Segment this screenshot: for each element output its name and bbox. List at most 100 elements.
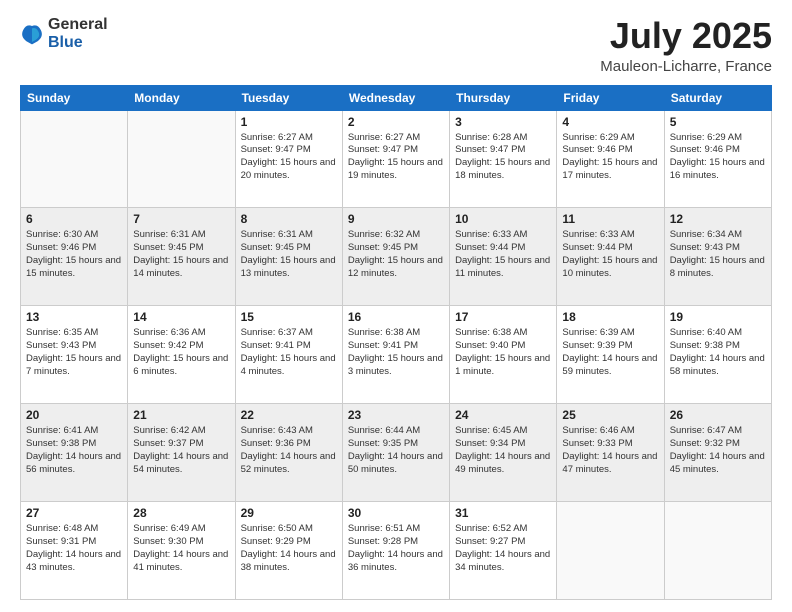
cell-content: 4 Sunrise: 6:29 AM Sunset: 9:46 PM Daylig… (562, 115, 658, 183)
day-number: 27 (26, 506, 122, 520)
location: Mauleon-Licharre, France (600, 58, 772, 75)
day-info: Sunrise: 6:43 AM Sunset: 9:36 PM Dayligh… (241, 425, 337, 476)
calendar-cell: 16Sunrise: 6:38 AM Sunset: 9:41 PM Dayli… (342, 306, 449, 404)
day-number: 14 (133, 310, 229, 324)
day-number: 7 (133, 212, 229, 226)
day-number: 16 (348, 310, 444, 324)
calendar-cell (557, 502, 664, 600)
calendar-cell: 26 Sunrise: 6:47 AM Sunset: 9:32 PM Dayli… (664, 404, 771, 502)
day-number: 21 (133, 408, 229, 422)
cell-content: 24Sunrise: 6:45 AM Sunset: 9:34 PM Dayli… (455, 408, 551, 476)
day-number: 25 (562, 408, 658, 422)
cell-content: 12 Sunrise: 6:34 AM Sunset: 9:43 PM Dayli… (670, 212, 766, 280)
calendar-cell: 7 Sunrise: 6:31 AM Sunset: 9:45 PM Daylig… (128, 208, 235, 306)
cell-content: 30 Sunrise: 6:51 AM Sunset: 9:28 PM Dayli… (348, 506, 444, 574)
day-info: Sunrise: 6:31 AM Sunset: 9:45 PM Dayligh… (133, 229, 229, 280)
day-info: Sunrise: 6:29 AM Sunset: 9:46 PM Dayligh… (562, 132, 658, 183)
calendar-cell (664, 502, 771, 600)
calendar-cell: 4 Sunrise: 6:29 AM Sunset: 9:46 PM Daylig… (557, 110, 664, 208)
day-info: Sunrise: 6:46 AM Sunset: 9:33 PM Dayligh… (562, 425, 658, 476)
day-info: Sunrise: 6:35 AM Sunset: 9:43 PM Dayligh… (26, 327, 122, 378)
day-number: 12 (670, 212, 766, 226)
logo-blue-text: Blue (48, 34, 108, 52)
cell-content: 7 Sunrise: 6:31 AM Sunset: 9:45 PM Daylig… (133, 212, 229, 280)
calendar-cell: 14Sunrise: 6:36 AM Sunset: 9:42 PM Dayli… (128, 306, 235, 404)
cell-content: 15Sunrise: 6:37 AM Sunset: 9:41 PM Dayli… (241, 310, 337, 378)
calendar-week-row: 20Sunrise: 6:41 AM Sunset: 9:38 PM Dayli… (21, 404, 772, 502)
day-info: Sunrise: 6:39 AM Sunset: 9:39 PM Dayligh… (562, 327, 658, 378)
day-info: Sunrise: 6:52 AM Sunset: 9:27 PM Dayligh… (455, 523, 551, 574)
cell-content: 25 Sunrise: 6:46 AM Sunset: 9:33 PM Dayli… (562, 408, 658, 476)
day-number: 1 (241, 115, 337, 129)
calendar-cell: 12 Sunrise: 6:34 AM Sunset: 9:43 PM Dayli… (664, 208, 771, 306)
day-info: Sunrise: 6:31 AM Sunset: 9:45 PM Dayligh… (241, 229, 337, 280)
day-number: 3 (455, 115, 551, 129)
calendar-cell: 19Sunrise: 6:40 AM Sunset: 9:38 PM Dayli… (664, 306, 771, 404)
day-number: 17 (455, 310, 551, 324)
cell-content: 2Sunrise: 6:27 AM Sunset: 9:47 PM Daylig… (348, 115, 444, 183)
cell-content: 18 Sunrise: 6:39 AM Sunset: 9:39 PM Dayli… (562, 310, 658, 378)
cell-content: 28Sunrise: 6:49 AM Sunset: 9:30 PM Dayli… (133, 506, 229, 574)
cell-content: 26 Sunrise: 6:47 AM Sunset: 9:32 PM Dayli… (670, 408, 766, 476)
calendar-cell: 31 Sunrise: 6:52 AM Sunset: 9:27 PM Dayli… (450, 502, 557, 600)
calendar-week-row: 6Sunrise: 6:30 AM Sunset: 9:46 PM Daylig… (21, 208, 772, 306)
calendar-cell (21, 110, 128, 208)
calendar-table: SundayMondayTuesdayWednesdayThursdayFrid… (20, 85, 772, 600)
day-info: Sunrise: 6:38 AM Sunset: 9:40 PM Dayligh… (455, 327, 551, 378)
calendar-cell: 28Sunrise: 6:49 AM Sunset: 9:30 PM Dayli… (128, 502, 235, 600)
day-number: 23 (348, 408, 444, 422)
calendar-cell: 9Sunrise: 6:32 AM Sunset: 9:45 PM Daylig… (342, 208, 449, 306)
calendar-cell: 13 Sunrise: 6:35 AM Sunset: 9:43 PM Dayli… (21, 306, 128, 404)
calendar-cell: 2Sunrise: 6:27 AM Sunset: 9:47 PM Daylig… (342, 110, 449, 208)
day-header-friday: Friday (557, 85, 664, 110)
day-info: Sunrise: 6:44 AM Sunset: 9:35 PM Dayligh… (348, 425, 444, 476)
day-info: Sunrise: 6:34 AM Sunset: 9:43 PM Dayligh… (670, 229, 766, 280)
cell-content: 23 Sunrise: 6:44 AM Sunset: 9:35 PM Dayli… (348, 408, 444, 476)
cell-content: 29Sunrise: 6:50 AM Sunset: 9:29 PM Dayli… (241, 506, 337, 574)
day-header-saturday: Saturday (664, 85, 771, 110)
day-info: Sunrise: 6:48 AM Sunset: 9:31 PM Dayligh… (26, 523, 122, 574)
day-info: Sunrise: 6:42 AM Sunset: 9:37 PM Dayligh… (133, 425, 229, 476)
day-info: Sunrise: 6:47 AM Sunset: 9:32 PM Dayligh… (670, 425, 766, 476)
day-number: 8 (241, 212, 337, 226)
day-info: Sunrise: 6:27 AM Sunset: 9:47 PM Dayligh… (241, 132, 337, 183)
calendar-cell: 15Sunrise: 6:37 AM Sunset: 9:41 PM Dayli… (235, 306, 342, 404)
day-info: Sunrise: 6:51 AM Sunset: 9:28 PM Dayligh… (348, 523, 444, 574)
day-number: 30 (348, 506, 444, 520)
day-number: 4 (562, 115, 658, 129)
calendar-cell: 5Sunrise: 6:29 AM Sunset: 9:46 PM Daylig… (664, 110, 771, 208)
calendar-cell: 3Sunrise: 6:28 AM Sunset: 9:47 PM Daylig… (450, 110, 557, 208)
cell-content: 10 Sunrise: 6:33 AM Sunset: 9:44 PM Dayli… (455, 212, 551, 280)
cell-content: 8 Sunrise: 6:31 AM Sunset: 9:45 PM Daylig… (241, 212, 337, 280)
day-number: 18 (562, 310, 658, 324)
month-title: July 2025 (600, 16, 772, 56)
day-number: 13 (26, 310, 122, 324)
day-number: 31 (455, 506, 551, 520)
day-info: Sunrise: 6:49 AM Sunset: 9:30 PM Dayligh… (133, 523, 229, 574)
logo: General Blue (20, 16, 108, 51)
day-info: Sunrise: 6:33 AM Sunset: 9:44 PM Dayligh… (455, 229, 551, 280)
header: General Blue July 2025 Mauleon-Licharre,… (20, 16, 772, 75)
calendar-cell: 10 Sunrise: 6:33 AM Sunset: 9:44 PM Dayli… (450, 208, 557, 306)
day-number: 29 (241, 506, 337, 520)
day-info: Sunrise: 6:27 AM Sunset: 9:47 PM Dayligh… (348, 132, 444, 183)
calendar-cell: 1 Sunrise: 6:27 AM Sunset: 9:47 PM Daylig… (235, 110, 342, 208)
logo-text: General Blue (48, 16, 108, 51)
logo-general-text: General (48, 16, 108, 34)
calendar-cell: 8 Sunrise: 6:31 AM Sunset: 9:45 PM Daylig… (235, 208, 342, 306)
day-info: Sunrise: 6:32 AM Sunset: 9:45 PM Dayligh… (348, 229, 444, 280)
calendar-cell: 27 Sunrise: 6:48 AM Sunset: 9:31 PM Dayli… (21, 502, 128, 600)
page: General Blue July 2025 Mauleon-Licharre,… (0, 0, 792, 612)
day-number: 10 (455, 212, 551, 226)
day-info: Sunrise: 6:30 AM Sunset: 9:46 PM Dayligh… (26, 229, 122, 280)
cell-content: 1 Sunrise: 6:27 AM Sunset: 9:47 PM Daylig… (241, 115, 337, 183)
calendar-week-row: 27 Sunrise: 6:48 AM Sunset: 9:31 PM Dayli… (21, 502, 772, 600)
cell-content: 11Sunrise: 6:33 AM Sunset: 9:44 PM Dayli… (562, 212, 658, 280)
day-info: Sunrise: 6:45 AM Sunset: 9:34 PM Dayligh… (455, 425, 551, 476)
day-number: 22 (241, 408, 337, 422)
calendar-cell: 29Sunrise: 6:50 AM Sunset: 9:29 PM Dayli… (235, 502, 342, 600)
cell-content: 14Sunrise: 6:36 AM Sunset: 9:42 PM Dayli… (133, 310, 229, 378)
day-number: 26 (670, 408, 766, 422)
cell-content: 13 Sunrise: 6:35 AM Sunset: 9:43 PM Dayli… (26, 310, 122, 378)
day-info: Sunrise: 6:33 AM Sunset: 9:44 PM Dayligh… (562, 229, 658, 280)
